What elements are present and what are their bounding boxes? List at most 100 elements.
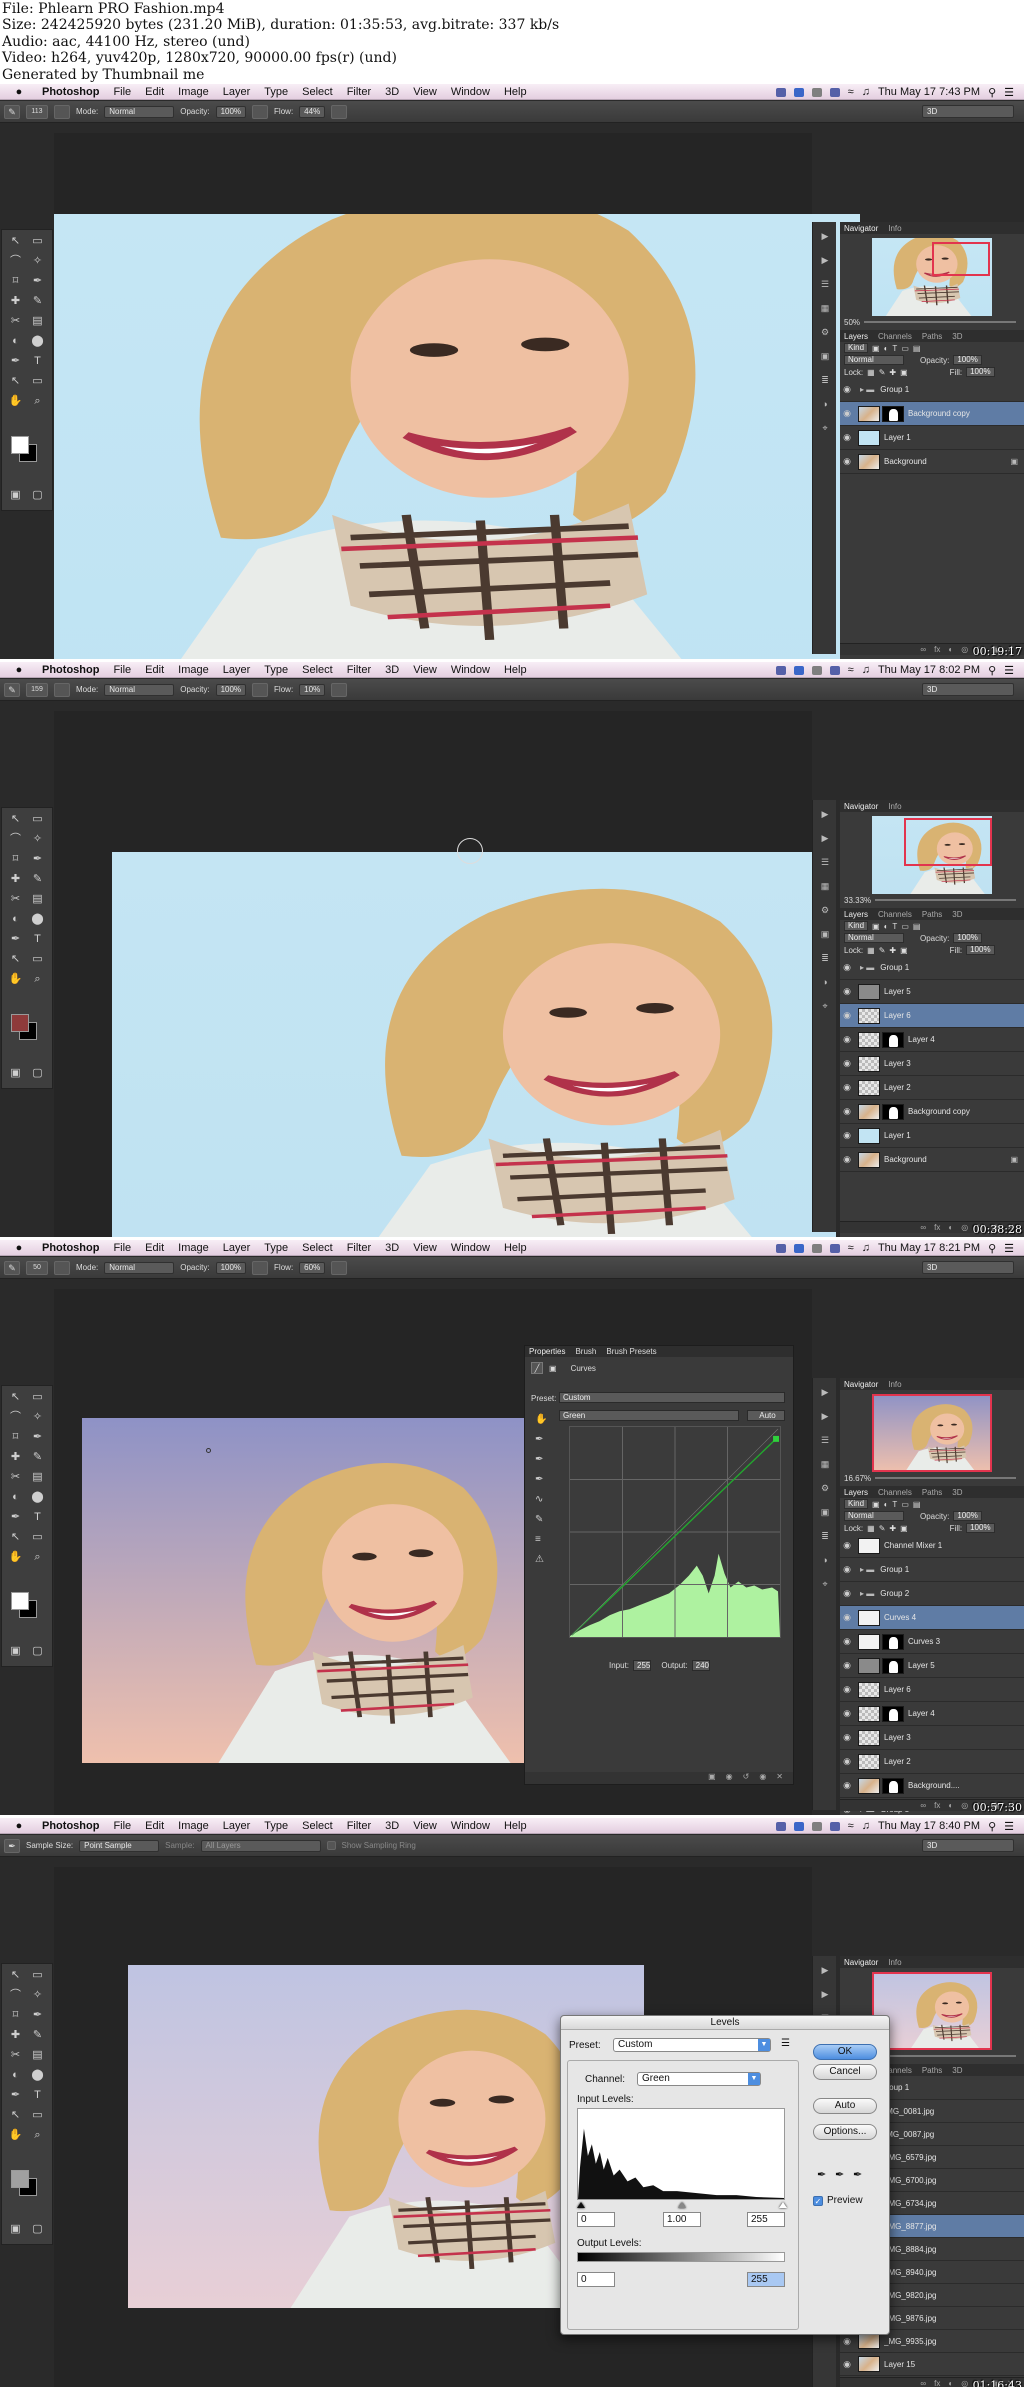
- apple-icon[interactable]: ●: [12, 1820, 26, 1832]
- workspace-switcher[interactable]: 3D: [922, 105, 1014, 118]
- panel-dock-icon[interactable]: ⚙: [818, 326, 832, 338]
- menu-edit[interactable]: Edit: [145, 1820, 164, 1832]
- tool-icon[interactable]: ▤: [28, 314, 47, 329]
- menu-type[interactable]: Type: [264, 664, 288, 676]
- layer-fill-field[interactable]: 100%: [966, 367, 995, 377]
- menu-view[interactable]: View: [413, 1242, 437, 1254]
- filter-icon[interactable]: ▤: [913, 344, 921, 353]
- lock-icon[interactable]: ▣: [900, 1524, 908, 1533]
- tool-icon[interactable]: ▭: [28, 2108, 47, 2123]
- tool-icon[interactable]: ✚: [6, 2028, 25, 2043]
- layer-fill-field[interactable]: 100%: [966, 1523, 995, 1533]
- tool-icon[interactable]: ✋: [6, 1550, 25, 1565]
- lock-icon[interactable]: ✚: [889, 1524, 896, 1533]
- filter-icon[interactable]: ▣: [872, 1500, 880, 1509]
- menu-edit[interactable]: Edit: [145, 86, 164, 98]
- lock-icon[interactable]: ▦: [867, 368, 875, 377]
- tab-info[interactable]: Info: [888, 1380, 901, 1389]
- spotlight-icon[interactable]: ⚲: [988, 1242, 996, 1255]
- tool-icon[interactable]: ⌕: [28, 2128, 47, 2143]
- layer-kind-filter[interactable]: Kind: [844, 343, 869, 353]
- tool-icon[interactable]: ⌑: [6, 852, 25, 867]
- tool-icon[interactable]: ✧: [28, 254, 47, 269]
- filter-icon[interactable]: ▣: [872, 344, 880, 353]
- volume-icon[interactable]: ♫: [862, 1820, 870, 1832]
- tool-icon[interactable]: ⌕: [28, 972, 47, 987]
- brush-preset-picker[interactable]: 50: [26, 1260, 48, 1275]
- panel-dock-icon[interactable]: ⚙: [818, 904, 832, 916]
- navigator-view-rect[interactable]: [904, 818, 992, 866]
- list-icon[interactable]: ☰: [1004, 1242, 1014, 1255]
- lock-icon[interactable]: ✎: [879, 1524, 886, 1533]
- layers-footer-icon[interactable]: ◎: [961, 2379, 968, 2387]
- menu-view[interactable]: View: [413, 664, 437, 676]
- menu-window[interactable]: Window: [451, 1820, 490, 1832]
- zoom-level[interactable]: 33.33%: [844, 896, 871, 905]
- tool-icon[interactable]: ⬤: [28, 1490, 47, 1505]
- tool-icon[interactable]: ↖: [6, 374, 25, 389]
- brush-tool-icon[interactable]: ✎: [4, 682, 20, 697]
- curves-tool-icon[interactable]: ✒: [535, 1434, 543, 1445]
- pressure-icon[interactable]: [331, 682, 348, 697]
- layer-row[interactable]: ◉ Layer 5: [840, 980, 1024, 1004]
- visibility-eye-icon[interactable]: ◉: [840, 1564, 854, 1575]
- tool-icon[interactable]: ↖: [6, 1968, 25, 1983]
- tool-icon[interactable]: ✚: [6, 294, 25, 309]
- apple-icon[interactable]: ●: [12, 86, 26, 98]
- tool-icon[interactable]: ↖: [6, 234, 25, 249]
- tool-icon[interactable]: ✎: [28, 872, 47, 887]
- visibility-eye-icon[interactable]: ◉: [840, 2336, 854, 2347]
- option-mode-field[interactable]: Normal: [104, 105, 175, 118]
- wifi-icon[interactable]: ≈: [848, 1242, 854, 1254]
- menu-help[interactable]: Help: [504, 1242, 527, 1254]
- panel-dock-icon[interactable]: ⌖: [818, 1000, 832, 1012]
- options-button[interactable]: Options...: [813, 2124, 877, 2140]
- menu-extra-icon[interactable]: [811, 665, 822, 675]
- tool-icon[interactable]: ▭: [28, 1530, 47, 1545]
- option-mode-field[interactable]: Normal: [104, 1261, 175, 1274]
- volume-icon[interactable]: ♫: [862, 1242, 870, 1254]
- tool-icon[interactable]: ⌒: [6, 1410, 25, 1425]
- visibility-eye-icon[interactable]: ◉: [840, 962, 854, 973]
- slider-handle[interactable]: [779, 2202, 787, 2208]
- visibility-eye-icon[interactable]: ◉: [840, 408, 854, 419]
- panel-dock-icon[interactable]: ≣: [818, 374, 832, 386]
- tab-paths[interactable]: Paths: [922, 1488, 942, 1497]
- tab-3d[interactable]: 3D: [952, 332, 962, 341]
- tool-icon[interactable]: ▭: [28, 812, 47, 827]
- menu-edit[interactable]: Edit: [145, 1242, 164, 1254]
- option-flow-field[interactable]: 60%: [299, 1261, 326, 1274]
- visibility-eye-icon[interactable]: ◉: [840, 1684, 854, 1695]
- tool-icon[interactable]: ▭: [28, 952, 47, 967]
- brush-preset-picker[interactable]: 113: [26, 104, 48, 119]
- panel-dock-icon[interactable]: ▦: [818, 302, 832, 314]
- eyedropper-tool-icon[interactable]: ✒: [4, 1838, 20, 1853]
- zoom-slider[interactable]: [864, 321, 1016, 323]
- panel-dock-icon[interactable]: ⚙: [818, 1482, 832, 1494]
- pressure-icon[interactable]: [252, 104, 269, 119]
- app-menu[interactable]: Photoshop: [42, 664, 99, 676]
- menu-extra-icon[interactable]: [829, 1821, 840, 1831]
- navigator-thumbnail[interactable]: [872, 238, 992, 316]
- menu-image[interactable]: Image: [178, 664, 209, 676]
- input-gamma-field[interactable]: 1.00: [663, 2212, 701, 2227]
- filter-icon[interactable]: ▭: [901, 344, 909, 353]
- panel-dock-icon[interactable]: ▶: [818, 808, 832, 820]
- output-white-field[interactable]: 255: [747, 2272, 785, 2287]
- menu-3d[interactable]: 3D: [385, 1820, 399, 1832]
- menu-layer[interactable]: Layer: [223, 1242, 251, 1254]
- wifi-icon[interactable]: ≈: [848, 86, 854, 98]
- layer-opacity-field[interactable]: 100%: [953, 933, 982, 943]
- menu-view[interactable]: View: [413, 86, 437, 98]
- menu-extra-icon[interactable]: [829, 665, 840, 675]
- volume-icon[interactable]: ♫: [862, 86, 870, 98]
- zoom-slider[interactable]: [875, 899, 1016, 901]
- preset-select[interactable]: Custom: [559, 1392, 785, 1403]
- tool-icon[interactable]: ↖: [6, 812, 25, 827]
- tool-icon[interactable]: ✎: [28, 294, 47, 309]
- visibility-eye-icon[interactable]: ◉: [840, 1082, 854, 1093]
- tab-channels[interactable]: Channels: [878, 332, 912, 341]
- layer-row[interactable]: ◉ Layer 1: [840, 1124, 1024, 1148]
- menu-extra-icon[interactable]: [793, 665, 804, 675]
- menu-select[interactable]: Select: [302, 86, 333, 98]
